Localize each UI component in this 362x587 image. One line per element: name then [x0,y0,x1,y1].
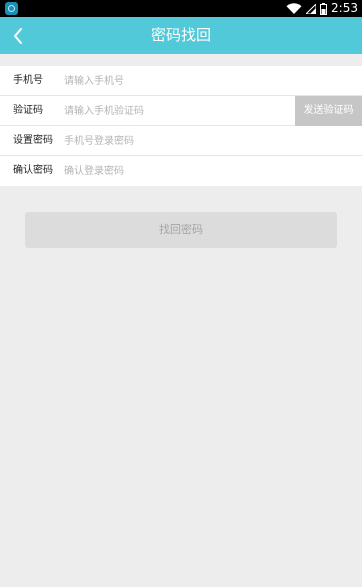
phone-row: 手机号 [0,66,362,96]
set-password-input[interactable] [64,131,284,151]
wifi-icon [286,2,302,14]
confirm-password-input[interactable] [64,161,284,181]
confirm-password-label: 确认密码 [13,165,53,176]
status-bar: 2:53 [0,0,362,17]
confirm-password-row: 确认密码 [0,156,362,186]
title-bar: 密码找回 [0,17,362,54]
status-indicators: 2:53 [286,0,358,17]
set-password-row: 设置密码 [0,126,362,156]
verification-code-input[interactable] [64,101,224,121]
verification-code-row: 验证码 发送验证码 [0,96,362,126]
page-title: 密码找回 [150,26,211,44]
recover-password-button[interactable]: 找回密码 [25,212,337,248]
battery-icon [320,2,328,15]
status-time: 2:53 [331,1,358,15]
signal-icon [306,3,317,14]
phone-input[interactable] [64,71,284,91]
verification-code-label: 验证码 [13,105,43,116]
phone-label: 手机号 [13,75,43,86]
set-password-label: 设置密码 [13,135,53,146]
send-code-button[interactable]: 发送验证码 [295,96,362,126]
app-notification-icon [5,2,18,15]
password-recovery-form: 手机号 验证码 发送验证码 设置密码 确认密码 [0,66,362,186]
